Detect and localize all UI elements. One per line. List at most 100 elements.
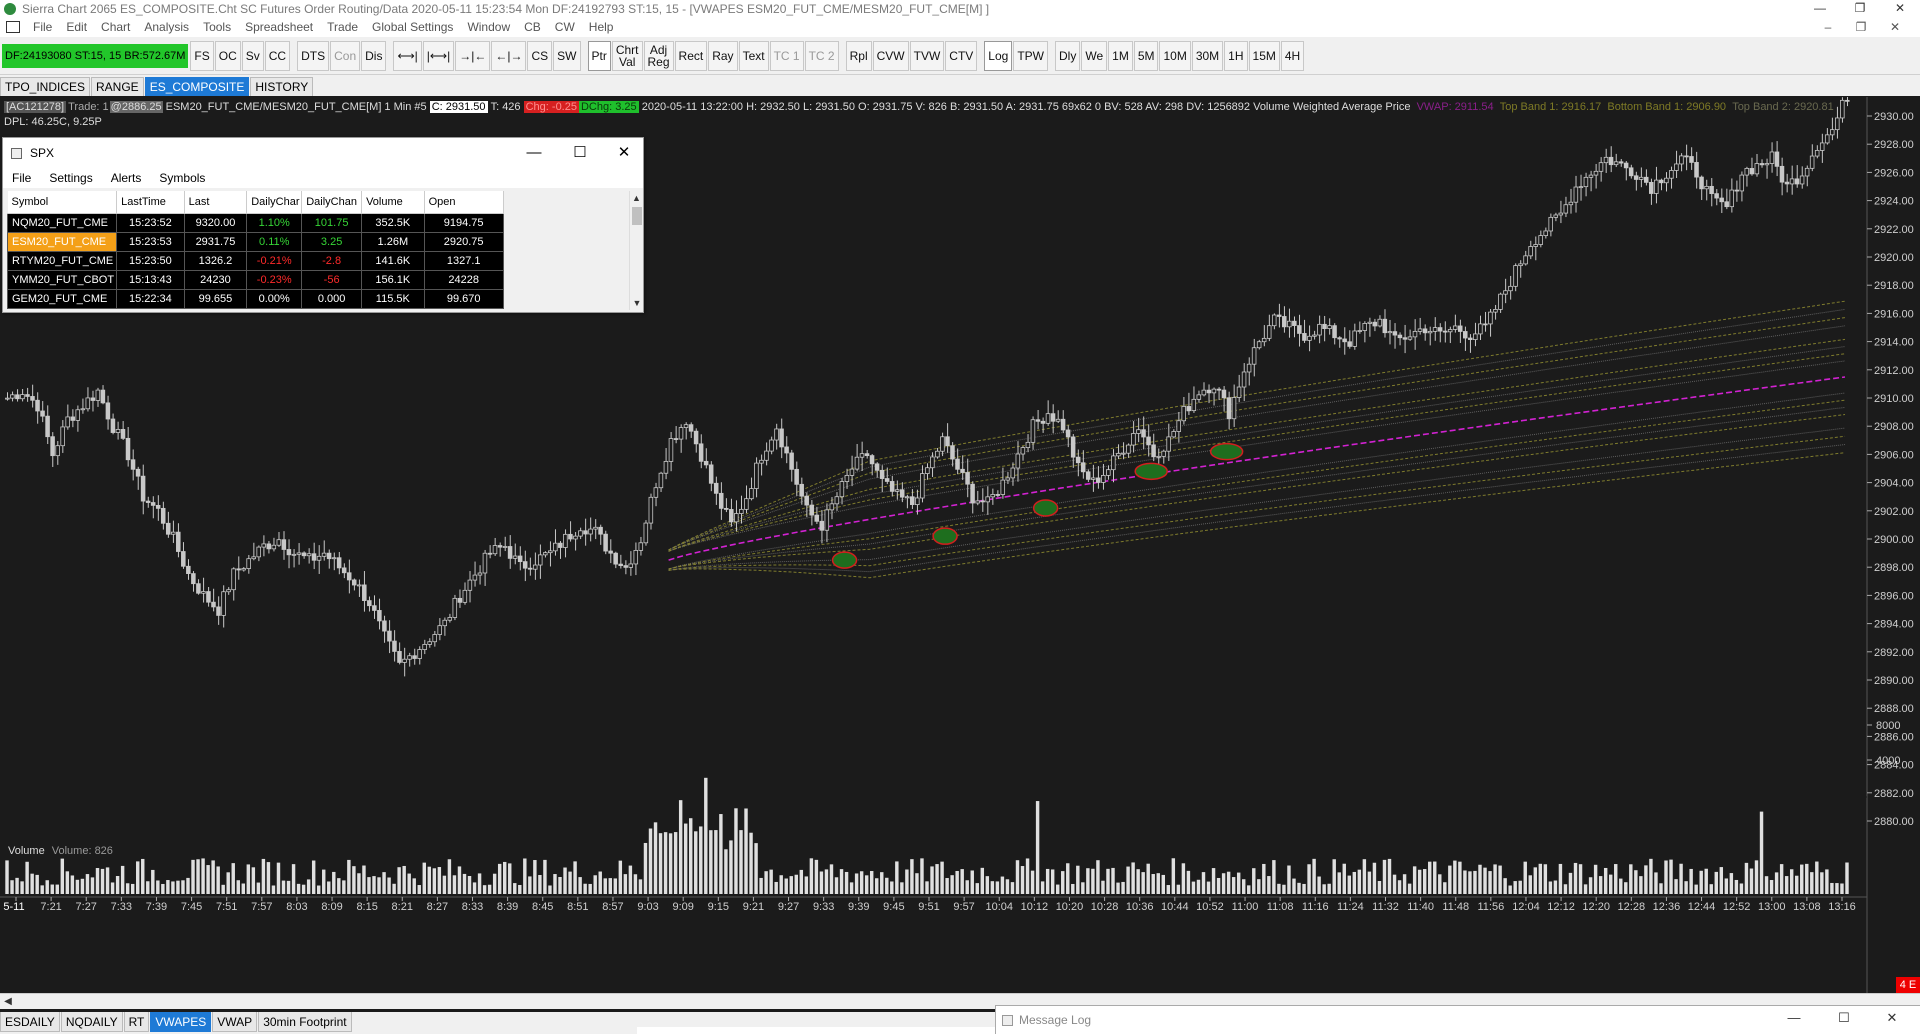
spx-menu-alerts[interactable]: Alerts bbox=[102, 171, 151, 185]
menu-edit[interactable]: Edit bbox=[59, 20, 94, 34]
toolbar-button-0[interactable]: FS bbox=[190, 40, 214, 71]
toolbar-button-5[interactable]: Con bbox=[330, 40, 361, 71]
toolbar-button-18[interactable]: Text bbox=[738, 40, 769, 71]
toolbar-button-24[interactable]: CTV bbox=[945, 40, 978, 71]
tab-vwapes[interactable]: VWAPES bbox=[150, 1012, 212, 1032]
toolbar-button-27[interactable]: Dly bbox=[1055, 40, 1081, 71]
quote-row[interactable]: YMM20_FUT_CBOT 15:13:43 24230 -0.23% -56 156.… bbox=[6, 269, 628, 290]
col-daily-change-pct[interactable]: DailyChar bbox=[246, 191, 303, 214]
toolbar-button-7[interactable]: ⟷| bbox=[393, 40, 422, 71]
message-log-restore-button[interactable]: ☐ bbox=[1824, 1010, 1864, 1026]
toolbar-button-26[interactable]: TPW bbox=[1013, 40, 1048, 71]
candle-body bbox=[1654, 179, 1659, 194]
toolbar-button-25[interactable]: Log bbox=[984, 40, 1013, 71]
toolbar-button-33[interactable]: 1H bbox=[1224, 40, 1248, 71]
toolbar-button-3[interactable]: CC bbox=[264, 40, 291, 71]
menu-global-settings[interactable]: Global Settings bbox=[365, 20, 460, 34]
menu-cw[interactable]: CW bbox=[548, 20, 582, 34]
quote-row[interactable]: GEM20_FUT_CME 15:22:34 99.655 0.00% 0.000 115… bbox=[6, 288, 628, 309]
tab-tpo-indices[interactable]: TPO_INDICES bbox=[0, 77, 91, 96]
scroll-left-icon[interactable]: ◀ bbox=[0, 994, 16, 1010]
tab-nqdaily[interactable]: NQDAILY bbox=[60, 1012, 123, 1032]
quote-row[interactable]: NQM20_FUT_CME 15:23:52 9320.00 1.10% 101.75 3… bbox=[6, 212, 628, 233]
toolbar-button-30[interactable]: 5M bbox=[1133, 40, 1159, 71]
message-log-minimize-button[interactable]: — bbox=[1774, 1010, 1814, 1025]
menu-trade[interactable]: Trade bbox=[320, 20, 365, 34]
scroll-up-icon[interactable]: ▲ bbox=[630, 191, 643, 205]
toolbar-button-13[interactable]: Ptr bbox=[587, 40, 611, 71]
toolbar-button-16[interactable]: Rect bbox=[674, 40, 708, 71]
message-log-window[interactable]: Message Log — ☐ ✕ bbox=[995, 1005, 1920, 1034]
chart-close-button[interactable]: ✕ bbox=[1880, 17, 1910, 37]
restore-window-button[interactable]: ❐ bbox=[1840, 0, 1880, 17]
toolbar-button-17[interactable]: Ray bbox=[708, 40, 738, 71]
col-symbol[interactable]: Symbol bbox=[7, 191, 118, 214]
tab-esdaily[interactable]: ESDAILY bbox=[0, 1012, 60, 1032]
toolbar-button-19[interactable]: TC 1 bbox=[769, 40, 804, 71]
candle-body bbox=[849, 468, 855, 476]
menu-analysis[interactable]: Analysis bbox=[137, 20, 196, 34]
col-open[interactable]: Open bbox=[424, 191, 504, 214]
scroll-down-icon[interactable]: ▼ bbox=[630, 296, 644, 310]
toolbar-button-8[interactable]: |⟷| bbox=[422, 40, 455, 71]
menu-help[interactable]: Help bbox=[582, 20, 621, 34]
toolbar-button-23[interactable]: TVW bbox=[909, 40, 945, 71]
tab-es-composite[interactable]: ES_COMPOSITE bbox=[144, 77, 250, 96]
spx-menu-settings[interactable]: Settings bbox=[40, 171, 101, 185]
toolbar-button-20[interactable]: TC 2 bbox=[804, 40, 839, 71]
menu-file[interactable]: File bbox=[26, 20, 59, 34]
toolbar-button-22[interactable]: CVW bbox=[872, 40, 909, 71]
tab-30min-footprint[interactable]: 30min Footprint bbox=[258, 1012, 352, 1032]
toolbar-button-29[interactable]: 1M bbox=[1108, 40, 1133, 71]
menu-spreadsheet[interactable]: Spreadsheet bbox=[238, 20, 320, 34]
toolbar-button-6[interactable]: Dis bbox=[361, 40, 387, 71]
volume-bar bbox=[764, 871, 768, 894]
spx-window-titlebar[interactable]: SPX — ☐ ✕ bbox=[3, 138, 643, 168]
col-volume[interactable]: Volume bbox=[361, 191, 425, 214]
error-count-badge[interactable]: 4 E bbox=[1896, 977, 1920, 993]
toolbar-button-4[interactable]: DTS bbox=[297, 40, 330, 71]
toolbar-button-15[interactable]: Adj Reg bbox=[643, 40, 674, 71]
menu-chart[interactable]: Chart bbox=[94, 20, 137, 34]
col-daily-change[interactable]: DailyChan bbox=[301, 191, 363, 214]
spx-quote-window[interactable]: SPX — ☐ ✕ File Settings Alerts Symbols S… bbox=[2, 137, 644, 313]
menu-cb[interactable]: CB bbox=[517, 20, 548, 34]
toolbar-button-12[interactable]: SW bbox=[553, 40, 581, 71]
toolbar-button-21[interactable]: Rpl bbox=[845, 40, 872, 71]
toolbar-button-10[interactable]: ←|→ bbox=[491, 40, 527, 71]
minimize-window-button[interactable]: — bbox=[1800, 0, 1840, 17]
col-lasttime[interactable]: LastTime bbox=[116, 191, 185, 214]
spx-minimize-button[interactable]: — bbox=[511, 138, 557, 168]
spx-close-button[interactable]: ✕ bbox=[601, 138, 647, 168]
tab-range[interactable]: RANGE bbox=[91, 77, 144, 96]
scroll-thumb[interactable] bbox=[632, 207, 642, 225]
tab-history[interactable]: HISTORY bbox=[250, 77, 314, 96]
toolbar-button-32[interactable]: 30M bbox=[1191, 40, 1224, 71]
toolbar-button-11[interactable]: CS bbox=[527, 40, 553, 71]
tab-vwap[interactable]: VWAP bbox=[212, 1012, 258, 1032]
col-last[interactable]: Last bbox=[184, 191, 248, 214]
quote-row[interactable]: ESM20_FUT_CME 15:23:53 2931.75 0.11% 3.25 1.2… bbox=[6, 231, 628, 252]
message-log-close-button[interactable]: ✕ bbox=[1872, 1010, 1912, 1026]
spx-vertical-scrollbar[interactable]: ▲ ▼ bbox=[629, 191, 643, 310]
quote-row[interactable]: RTYM20_FUT_CME 15:23:50 1326.2 -0.21% -2.8 14… bbox=[6, 250, 628, 271]
candle-body bbox=[1025, 441, 1031, 449]
close-window-button[interactable]: ✕ bbox=[1880, 0, 1920, 17]
toolbar-button-31[interactable]: 10M bbox=[1159, 40, 1191, 71]
toolbar-button-2[interactable]: Sv bbox=[241, 40, 264, 71]
toolbar-button-9[interactable]: →|← bbox=[455, 40, 491, 71]
toolbar-button-34[interactable]: 15M bbox=[1248, 40, 1280, 71]
menu-tools[interactable]: Tools bbox=[196, 20, 238, 34]
toolbar-button-14[interactable]: Chrt Val bbox=[611, 40, 643, 71]
spx-menu-symbols[interactable]: Symbols bbox=[150, 171, 214, 185]
chart-minimize-button[interactable]: – bbox=[1813, 17, 1843, 37]
spx-maximize-button[interactable]: ☐ bbox=[557, 138, 603, 168]
toolbar-button-1[interactable]: OC bbox=[214, 40, 241, 71]
toolbar-button-28[interactable]: We bbox=[1081, 40, 1108, 71]
volume-bar bbox=[558, 877, 562, 894]
tab-rt[interactable]: RT bbox=[123, 1012, 150, 1032]
menu-window[interactable]: Window bbox=[460, 20, 517, 34]
spx-menu-file[interactable]: File bbox=[3, 171, 40, 185]
chart-restore-button[interactable]: ❐ bbox=[1846, 17, 1876, 37]
toolbar-button-35[interactable]: 4H bbox=[1280, 40, 1305, 71]
